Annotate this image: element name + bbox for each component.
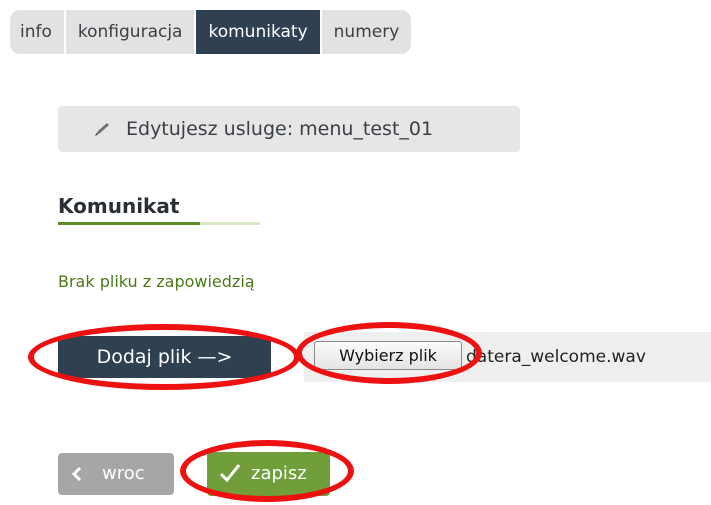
tab-bar: info konfiguracja komunikaty numery [10,10,413,54]
service-edit-text: Edytujesz usluge: menu_test_01 [126,118,434,140]
selected-file-name: datera_welcome.wav [466,347,646,367]
tab-komunikaty[interactable]: komunikaty [196,10,320,54]
back-button[interactable]: wroc [58,453,174,495]
save-button-label: zapisz [251,463,307,484]
section-divider [58,222,260,225]
add-file-button[interactable]: Dodaj plik —> [58,336,271,378]
save-button[interactable]: zapisz [207,452,330,496]
tab-konfiguracja[interactable]: konfiguracja [65,10,195,54]
no-file-message: Brak pliku z zapowiedzią [58,272,255,291]
choose-file-button[interactable]: Wybierz plik [314,341,462,370]
pencil-icon [95,123,109,136]
service-edit-bar: Edytujesz usluge: menu_test_01 [58,106,520,152]
tab-info[interactable]: info [10,10,64,54]
section-title: Komunikat [58,194,180,218]
back-button-label: wroc [102,463,145,484]
tab-numery[interactable]: numery [321,10,412,54]
check-icon [220,464,240,482]
chevron-left-icon [72,467,82,481]
